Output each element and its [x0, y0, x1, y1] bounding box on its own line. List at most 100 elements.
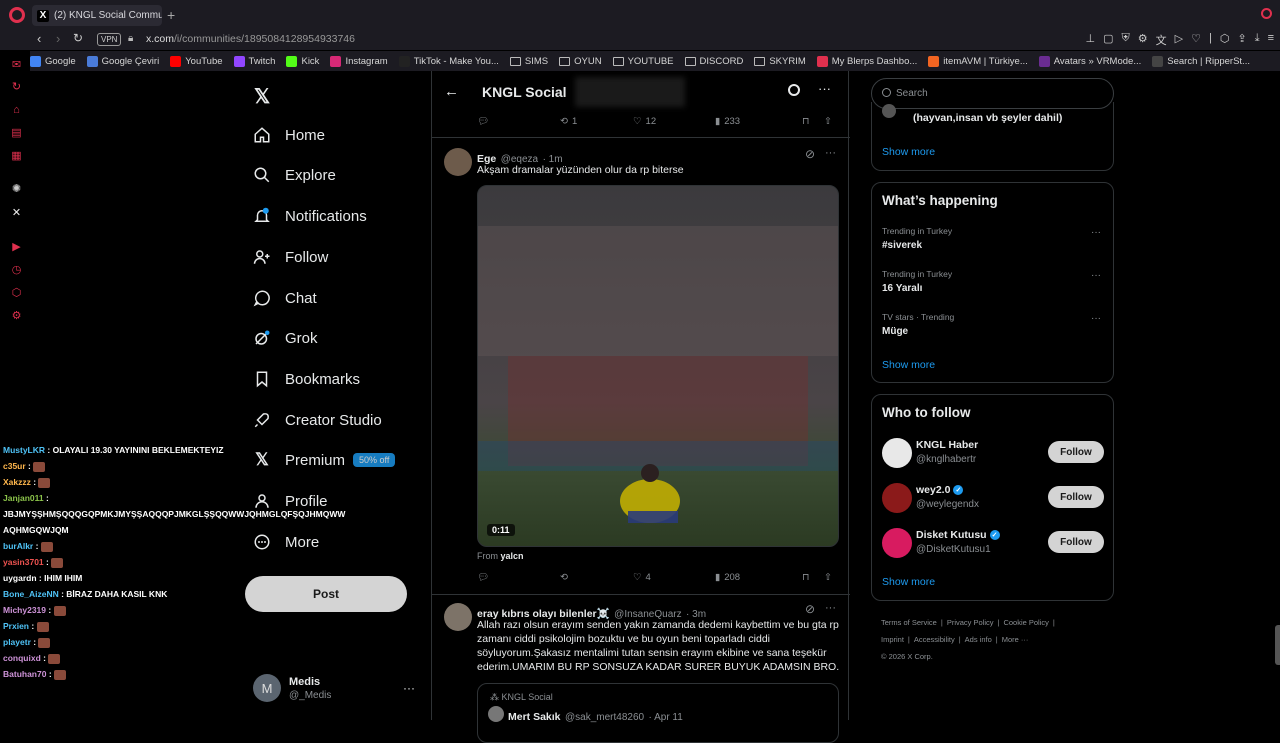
follow-button[interactable]: Follow	[1048, 486, 1104, 508]
reply-icon[interactable]: 💬︎	[477, 116, 560, 127]
views-button[interactable]: ▮ 208	[715, 572, 802, 583]
community-more-icon[interactable]: ···	[818, 81, 831, 96]
bookmark-item[interactable]: Avatars » VRMode...	[1038, 55, 1141, 67]
trend-name[interactable]: Müge	[882, 326, 908, 337]
chat-username[interactable]: Xakzzz	[3, 477, 31, 487]
lock-icon[interactable]: 🔒︎	[128, 33, 133, 44]
share-icon[interactable]: ⇧	[824, 116, 832, 127]
trend-more-icon[interactable]: ···	[1091, 270, 1101, 281]
chat-username[interactable]: conquixd	[3, 653, 41, 663]
news-icon[interactable]: ▦	[10, 149, 23, 162]
footer-link[interactable]: Privacy Policy	[947, 618, 994, 627]
bookmark-icon[interactable]: ⊓	[802, 116, 824, 127]
chat-username[interactable]: Prxien	[3, 621, 29, 631]
footer-link[interactable]: Terms of Service	[881, 618, 937, 627]
community-search-icon[interactable]	[788, 84, 800, 96]
footer-link[interactable]: Accessibility	[914, 635, 955, 644]
chat-username[interactable]: yasin3701	[3, 557, 44, 567]
new-tab-button[interactable]: +	[167, 7, 175, 23]
reload-icon[interactable]: ↻	[73, 31, 83, 45]
bookmark-item[interactable]: SKYRIM	[754, 56, 806, 67]
show-more-link[interactable]: Show more	[882, 146, 935, 158]
bookmark-item[interactable]: Google Çeviri	[86, 55, 159, 67]
nav-creator-studio[interactable]: Creator Studio	[252, 410, 382, 430]
follow-suggestion-name[interactable]: Disket Kutusu ✓	[916, 529, 1000, 541]
bookmark-item[interactable]: SIMS	[509, 56, 548, 67]
bookmark-item[interactable]: DISCORD	[684, 56, 743, 67]
retweet-icon[interactable]: ⟲	[560, 572, 633, 583]
extension-icon[interactable]: ⚙	[1138, 32, 1148, 48]
bookmark-item[interactable]: TikTok - Make You...	[398, 55, 499, 67]
chat-username[interactable]: MustyLKR	[3, 445, 45, 455]
bookmark-item[interactable]: YOUTUBE	[612, 56, 674, 67]
trend-more-icon[interactable]: ···	[1091, 313, 1101, 324]
chatgpt-icon[interactable]: ✺	[10, 182, 23, 195]
back-icon[interactable]: ‹	[37, 31, 41, 46]
tweet-more-icon[interactable]: ···	[825, 602, 836, 614]
nav-bookmarks[interactable]: Bookmarks	[252, 369, 360, 389]
trend-more-icon[interactable]: ···	[1091, 227, 1101, 238]
from-user[interactable]: yalcn	[501, 551, 524, 561]
x-logo-icon[interactable]: 𝕏	[254, 84, 270, 109]
like-button[interactable]: ♡ 12	[633, 116, 715, 127]
bookmark-item[interactable]: YouTube	[170, 55, 223, 67]
puzzle-icon[interactable]: ⬡	[1220, 32, 1230, 48]
wallet-icon[interactable]: ▤	[10, 126, 23, 139]
download-icon[interactable]: ⤓	[1255, 32, 1260, 48]
footer-link[interactable]: Imprint	[881, 635, 904, 644]
reply-icon[interactable]: 💬︎	[477, 572, 560, 583]
footer-link[interactable]: More ···	[1002, 635, 1029, 644]
like-button[interactable]: ♡ 4	[633, 572, 715, 583]
trend-name[interactable]: #siverek	[882, 240, 922, 251]
x-sidebar-icon[interactable]: ✕	[10, 206, 23, 219]
bookmark-item[interactable]: itemAVM | Türkiye...	[928, 55, 1028, 67]
nav-notifications[interactable]: Notifications	[252, 206, 367, 226]
quoted-tweet[interactable]: ⁂ KNGL Social Mert Sakık @sak_mert48260 …	[477, 683, 839, 743]
refresh-icon[interactable]: ↻	[10, 80, 23, 93]
forward-icon[interactable]: ›	[56, 31, 60, 46]
vpn-badge[interactable]: VPN	[97, 33, 122, 46]
retweet-button[interactable]: ⟲ 1	[560, 116, 633, 127]
bookmark-item[interactable]: OYUN	[559, 56, 602, 67]
shop-icon[interactable]: ⌂	[10, 103, 23, 116]
messenger-icon[interactable]: ✉	[10, 58, 23, 71]
follow-button[interactable]: Follow	[1048, 531, 1104, 553]
url-field[interactable]: x.com/i/communities/1895084128954933746	[146, 33, 355, 45]
footer-link[interactable]: Ads info	[965, 635, 992, 644]
follow-suggestion-avatar[interactable]	[882, 483, 912, 513]
nav-grok[interactable]: Grok	[252, 328, 318, 348]
nav-home[interactable]: Home	[252, 125, 325, 145]
pin-icon[interactable]: ⊥	[1086, 32, 1096, 48]
adblock-icon[interactable]: ⛨	[1122, 32, 1130, 48]
heart-icon[interactable]: ♡	[1191, 32, 1201, 48]
nav-explore[interactable]: Explore	[252, 165, 336, 185]
chat-username[interactable]: Janjan011	[3, 493, 44, 503]
trend-name[interactable]: 16 Yaralı	[882, 283, 922, 294]
grok-icon[interactable]: ⊘	[805, 147, 815, 161]
follow-suggestion-avatar[interactable]	[882, 528, 912, 558]
tweet-video[interactable]: 0:11	[477, 185, 839, 547]
opera-logo-icon[interactable]	[9, 7, 25, 23]
share-icon[interactable]: ⇪	[1237, 32, 1246, 48]
follow-suggestion-name[interactable]: wey2.0 ✓	[916, 484, 964, 496]
tab-search-icon[interactable]	[1261, 8, 1272, 19]
follow-suggestion-avatar[interactable]	[882, 438, 912, 468]
bookmark-item[interactable]: Kick	[286, 55, 319, 67]
translate-icon[interactable]: 文	[1156, 32, 1167, 48]
side-panel-handle[interactable]	[1275, 625, 1280, 665]
follow-suggestion-name[interactable]: KNGL Haber	[916, 439, 978, 451]
settings-icon[interactable]: ⚙	[10, 309, 23, 322]
tweet-more-icon[interactable]: ···	[825, 147, 836, 159]
tweet-avatar[interactable]	[444, 603, 472, 631]
player-icon[interactable]: ▶	[10, 240, 23, 253]
chat-username[interactable]: Michy2319	[3, 605, 46, 615]
back-arrow-icon[interactable]: ←	[444, 83, 459, 100]
history-icon[interactable]: ◷	[10, 263, 23, 276]
chat-username[interactable]: c35ur	[3, 461, 26, 471]
bookmark-item[interactable]: Search | RipperSt...	[1152, 55, 1250, 67]
views-button[interactable]: ▮ 233	[715, 116, 802, 127]
grok-icon[interactable]: ⊘	[805, 602, 815, 616]
chat-username[interactable]: uygardn	[3, 573, 37, 583]
share-icon[interactable]: ⇧	[824, 572, 832, 583]
footer-link[interactable]: Cookie Policy	[1003, 618, 1048, 627]
